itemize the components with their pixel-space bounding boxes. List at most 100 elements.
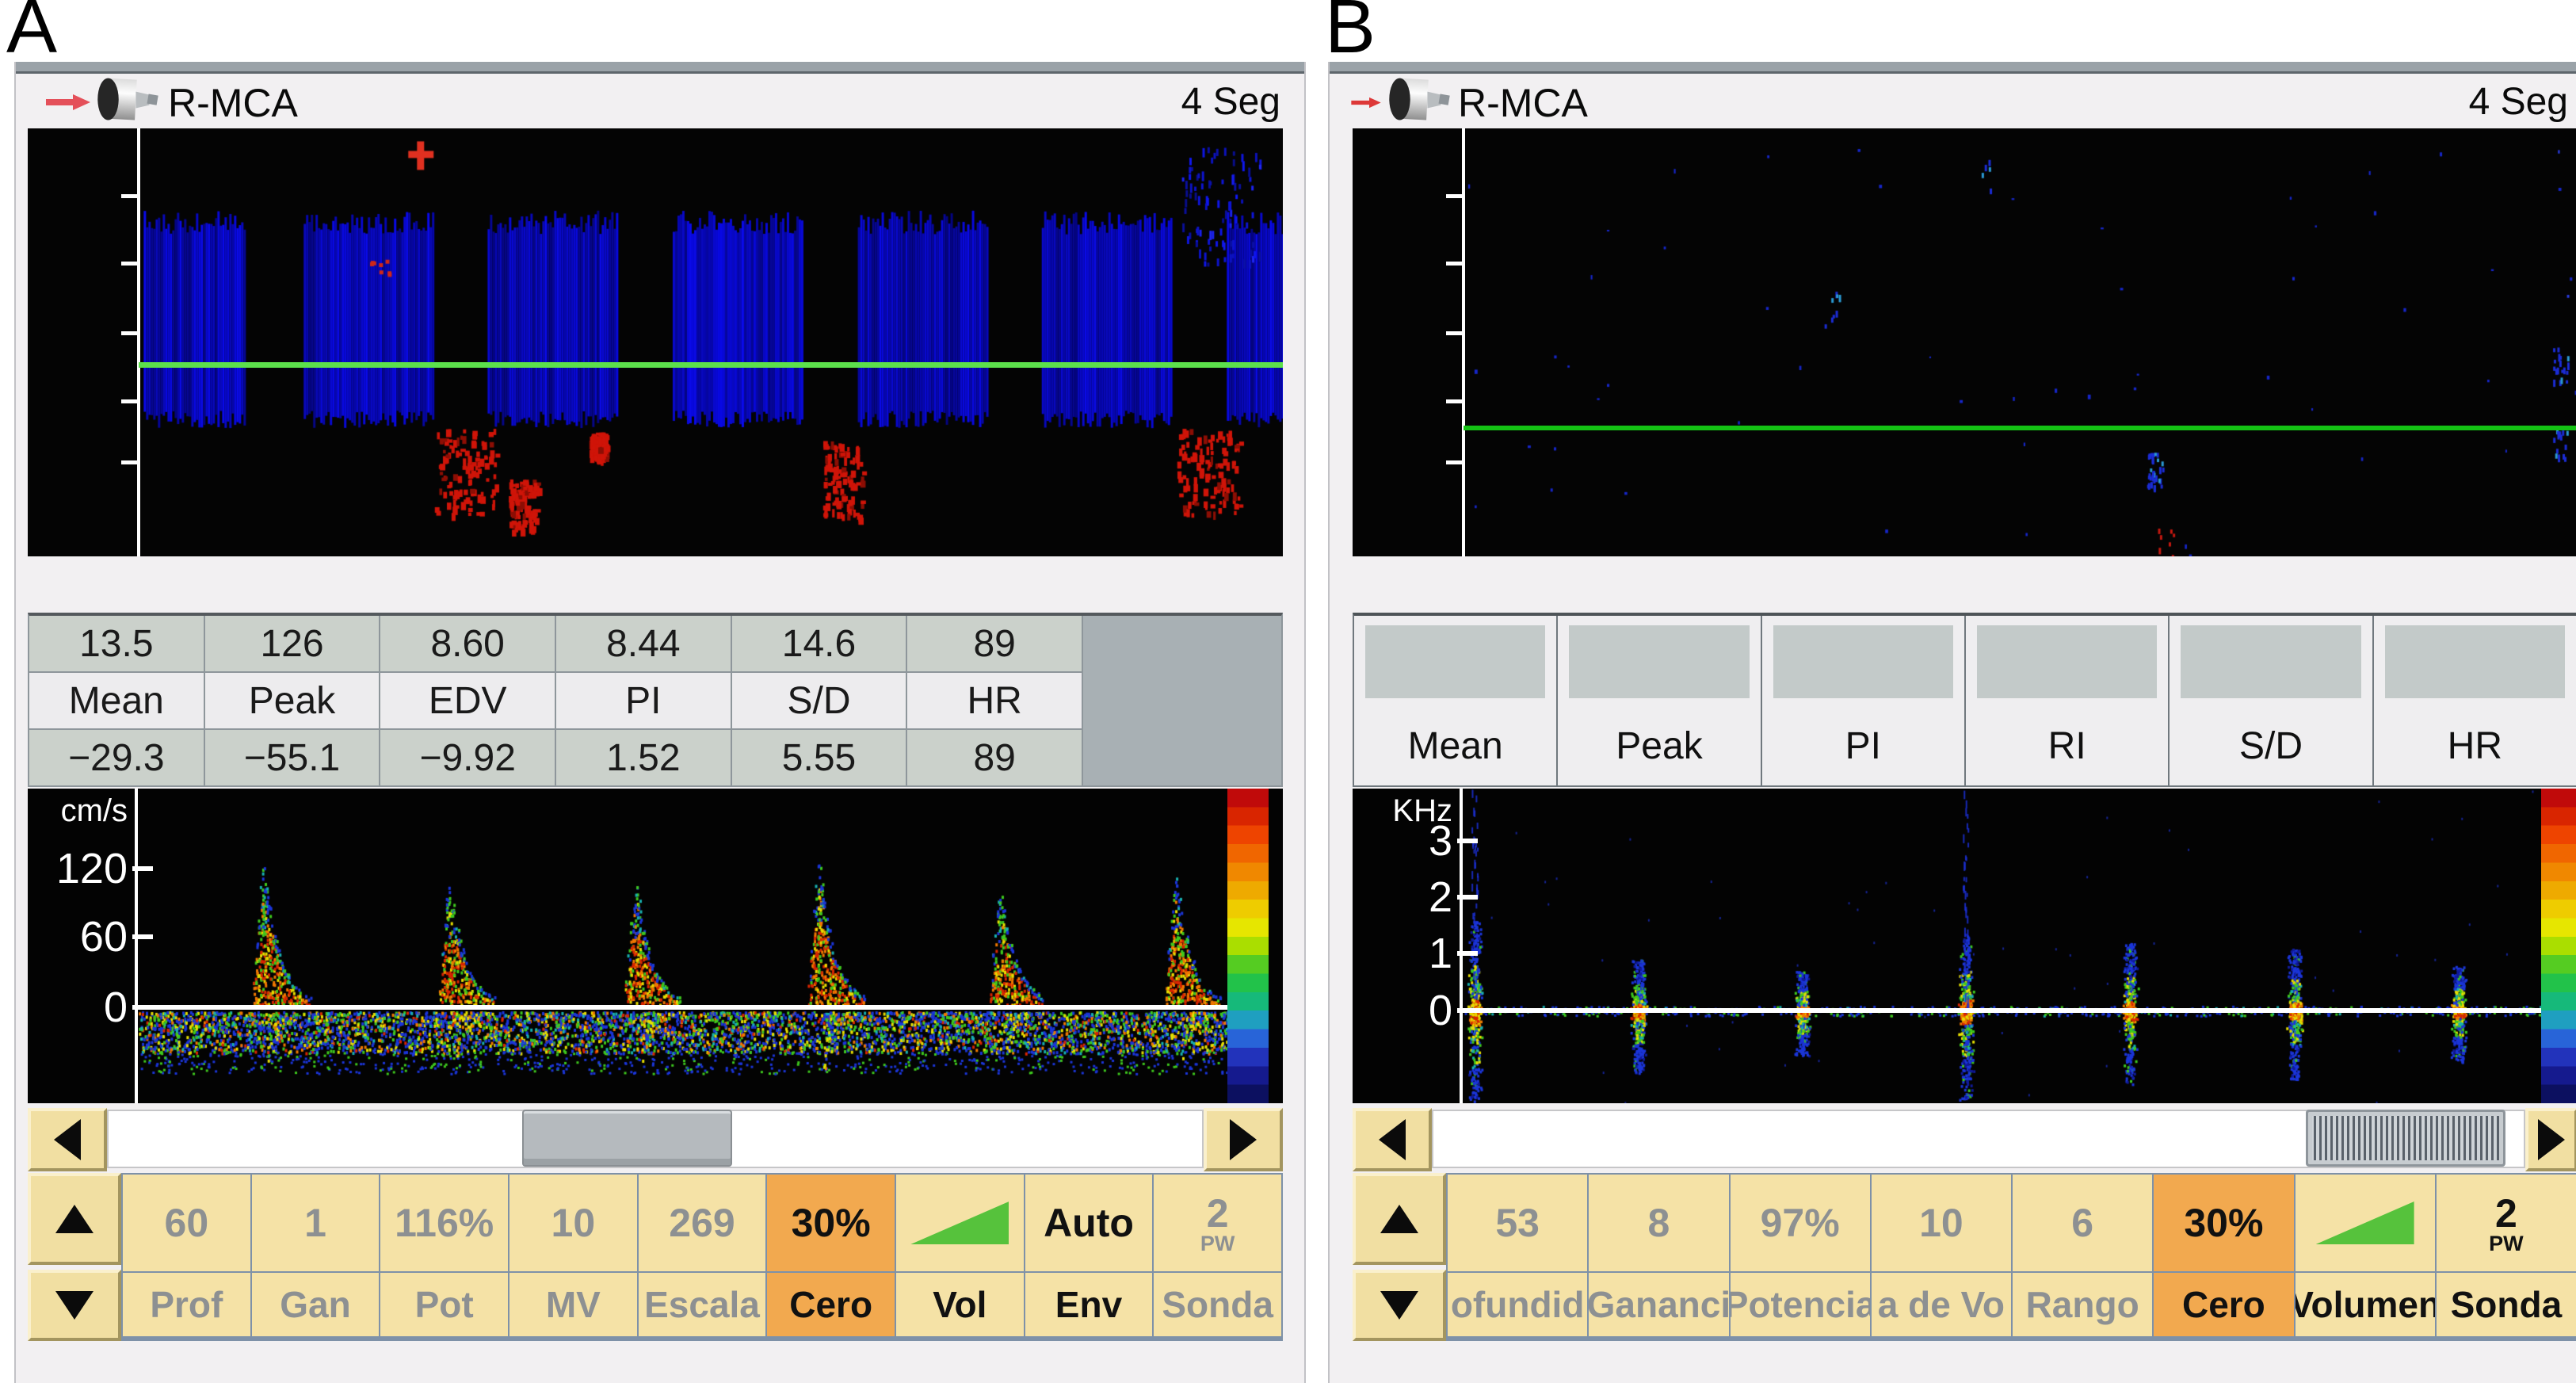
- scroll-right-button[interactable]: [1204, 1108, 1283, 1171]
- axis-tick: [1457, 951, 1478, 956]
- table-value-bottom: −29.3: [29, 730, 204, 785]
- up-triangle-icon: [1380, 1205, 1418, 1233]
- zero-baseline: [135, 1005, 1227, 1010]
- control-label-cell[interactable]: Gananci: [1589, 1273, 1728, 1336]
- control-label-cell[interactable]: Prof: [123, 1273, 250, 1336]
- probe-icon: [93, 74, 163, 132]
- control-value: 53: [1495, 1200, 1540, 1246]
- depth-axis: [1462, 128, 1465, 556]
- control-value-cell[interactable]: 53: [1448, 1175, 1587, 1271]
- table-label: Peak: [1558, 708, 1760, 784]
- control-value: 8: [1647, 1200, 1670, 1246]
- control-value-cell[interactable]: 8: [1589, 1175, 1728, 1271]
- left-triangle-icon: [54, 1119, 81, 1160]
- right-triangle-icon: [2538, 1119, 2565, 1160]
- control-panel: 53 ofundid 8 Gananci97%Potencia10a de Vo 6 Ra…: [1446, 1173, 2576, 1341]
- doppler-window-a: R-MCA 4 Seg 13.5Mean−29.3126Peak−55.18.6…: [14, 62, 1306, 1383]
- control-label-cell[interactable]: Env: [1025, 1273, 1153, 1336]
- control-label-cell[interactable]: a de Vo: [1872, 1273, 2011, 1336]
- control-value: 2: [2495, 1190, 2517, 1236]
- step-down-button[interactable]: [1353, 1270, 1446, 1341]
- control-value-cell[interactable]: 2PW: [1154, 1175, 1281, 1271]
- control-value-cell[interactable]: 269: [639, 1175, 766, 1271]
- control-value-cell[interactable]: 6: [2013, 1175, 2152, 1271]
- step-down-button[interactable]: [28, 1270, 121, 1341]
- table-value-box: [1365, 625, 1545, 698]
- up-triangle-icon: [55, 1205, 93, 1233]
- scrollbar-thumb[interactable]: [522, 1110, 732, 1167]
- table-column: HR: [2374, 616, 2576, 785]
- intensity-colorbar: [2541, 789, 2576, 1103]
- control-value-cell[interactable]: 30%: [767, 1175, 895, 1271]
- mmode-display: [28, 128, 1283, 556]
- control-value: 6: [2071, 1200, 2093, 1246]
- control-value: 10: [551, 1200, 596, 1246]
- scroll-right-button[interactable]: [2525, 1108, 2576, 1171]
- table-value-top: 13.5: [29, 616, 204, 671]
- control-label-cell[interactable]: Vol: [896, 1273, 1024, 1336]
- depth-axis-tick: [1446, 399, 1464, 403]
- control-label-cell[interactable]: Sonda: [2437, 1273, 2576, 1336]
- control-label-cell[interactable]: Gan: [252, 1273, 380, 1336]
- scroll-left-button[interactable]: [1353, 1108, 1432, 1171]
- table-column: RI: [1966, 616, 2168, 785]
- depth-axis-tick: [121, 331, 139, 335]
- scroll-left-button[interactable]: [28, 1108, 107, 1171]
- control-value-cell[interactable]: 60: [123, 1175, 250, 1271]
- control-value-cell[interactable]: [896, 1175, 1024, 1271]
- table-label: RI: [1966, 708, 2168, 784]
- control-value: 1: [304, 1200, 326, 1246]
- depth-axis-tick: [121, 194, 139, 198]
- axis-tick: [1457, 895, 1478, 900]
- velocity-axis: [135, 789, 138, 1103]
- control-label-cell[interactable]: Volumen: [2296, 1273, 2435, 1336]
- axis-tick-label: 0: [1353, 986, 1452, 1035]
- table-value-top: 126: [205, 616, 380, 671]
- depth-axis-tick: [1446, 460, 1464, 464]
- table-label: S/D: [732, 673, 906, 728]
- axis-tick-label: 60: [28, 912, 128, 961]
- table-label: EDV: [380, 673, 555, 728]
- axis-tick: [1457, 839, 1478, 843]
- table-value-bottom: 1.52: [556, 730, 731, 785]
- control-value-cell[interactable]: 2PW: [2437, 1175, 2576, 1271]
- spectral-plot-canvas: [1464, 789, 2541, 1103]
- table-value-top: 8.44: [556, 616, 731, 671]
- measurement-table: MeanPeakPIRIS/DHR: [1353, 613, 2576, 787]
- depth-cursor-line[interactable]: [139, 362, 1283, 368]
- control-label-cell[interactable]: ofundid: [1448, 1273, 1587, 1336]
- control-value-cell[interactable]: 116%: [380, 1175, 508, 1271]
- control-label-cell[interactable]: Pot: [380, 1273, 508, 1336]
- zero-baseline: [1460, 1008, 2541, 1013]
- control-label-cell[interactable]: Cero: [767, 1273, 895, 1336]
- control-value-cell[interactable]: 97%: [1731, 1175, 1870, 1271]
- depth-cursor-line[interactable]: [1464, 426, 2576, 430]
- control-label-cell[interactable]: Sonda: [1154, 1273, 1281, 1336]
- control-label-cell[interactable]: Rango: [2013, 1273, 2152, 1336]
- table-value-box: [2181, 625, 2360, 698]
- control-value-sub: PW: [2489, 1232, 2524, 1256]
- control-value-cell[interactable]: 10: [509, 1175, 637, 1271]
- axis-tick: [132, 1005, 153, 1010]
- step-up-button[interactable]: [1353, 1173, 1446, 1265]
- control-label-cell[interactable]: Cero: [2154, 1273, 2293, 1336]
- step-up-button[interactable]: [28, 1173, 121, 1265]
- control-label-cell[interactable]: Escala: [639, 1273, 766, 1336]
- axis-tick-label: 1: [1353, 929, 1452, 978]
- control-label-cell[interactable]: MV: [509, 1273, 637, 1336]
- table-value-box: [2385, 625, 2565, 698]
- control-value: 116%: [395, 1200, 494, 1246]
- table-value-bottom: 5.55: [732, 730, 906, 785]
- control-value-cell[interactable]: Auto: [1025, 1175, 1153, 1271]
- control-label-cell[interactable]: Potencia: [1731, 1273, 1870, 1336]
- control-value-cell[interactable]: 1: [252, 1175, 380, 1271]
- axis-tick-label: 0: [28, 983, 128, 1032]
- control-value-cell[interactable]: [2296, 1175, 2435, 1271]
- control-value-cell[interactable]: 30%: [2154, 1175, 2293, 1271]
- axis-tick: [132, 866, 153, 871]
- scrollbar-thumb[interactable]: [2306, 1110, 2505, 1167]
- table-filler: [1083, 616, 1281, 785]
- value-stepper: [1353, 1173, 1446, 1341]
- spectral-display: cm/s 120600: [28, 789, 1283, 1103]
- control-value-cell[interactable]: 10: [1872, 1175, 2011, 1271]
